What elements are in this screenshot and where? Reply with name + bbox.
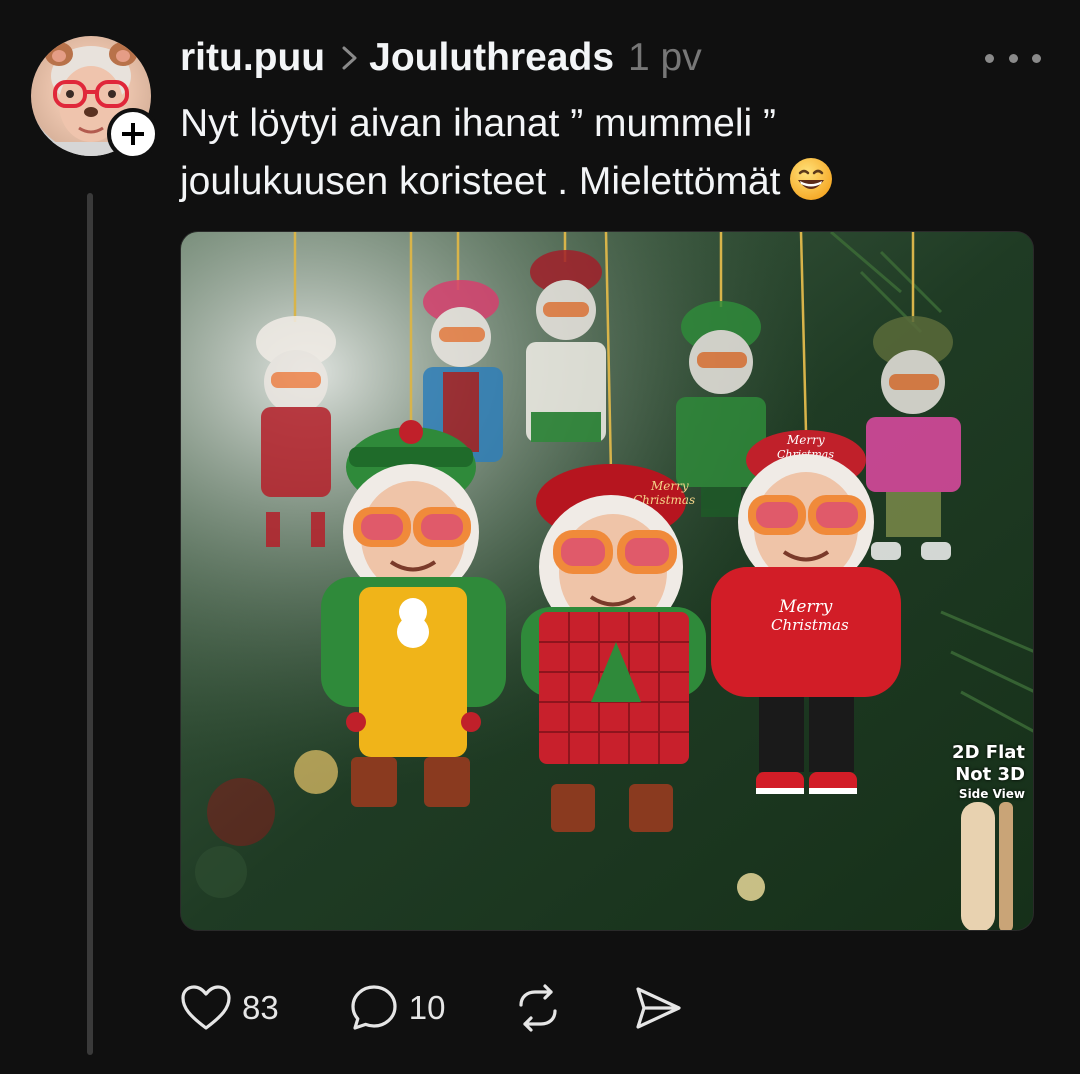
comment-count: 10 (408, 989, 446, 1026)
christmas-ornaments-photo: Merry Christmas Merry Merry Christmas (181, 232, 1033, 930)
more-options-button[interactable] (985, 44, 1041, 72)
chevron-right-icon (342, 46, 357, 70)
author-username[interactable]: ritu.puu (180, 36, 325, 80)
grinning-face-emoji (790, 158, 833, 200)
thread-line (87, 193, 93, 1055)
share-button[interactable] (633, 983, 683, 1033)
repost-icon (519, 984, 558, 1032)
post-text-line: Nyt löytyi aivan ihanat ” mummeli ” (180, 102, 777, 145)
author-avatar-container[interactable] (31, 36, 159, 160)
plus-icon (122, 123, 144, 145)
post-timestamp: 1 pv (628, 36, 702, 79)
image-overlay-text: 2D Flat Not 3D Side View (952, 742, 1025, 802)
heart-icon (181, 985, 231, 1030)
more-dot-icon (985, 53, 994, 63)
more-dot-icon (1032, 53, 1041, 63)
repost-button[interactable] (513, 983, 563, 1033)
cap-text-merry: Merry (786, 433, 825, 447)
overlay-line: Not 3D (955, 764, 1025, 785)
hat-text-merry: Merry (650, 479, 689, 493)
like-count: 83 (242, 989, 279, 1026)
hoodie-text-merry: Merry (778, 597, 833, 617)
post-image[interactable]: Merry Christmas Merry Merry Christmas 2D… (180, 231, 1034, 931)
post-text: Nyt löytyi aivan ihanat ” mummeli ” joul… (180, 95, 940, 211)
post-header: ritu.puu Jouluthreads 1 pv (180, 32, 702, 84)
comment-button[interactable]: 10 (349, 983, 446, 1033)
hoodie-text-christmas: Christmas (771, 616, 849, 634)
overlay-line: Side View (958, 787, 1025, 801)
post-text-line: joulukuusen koristeet . Mielettömät (180, 153, 940, 211)
comment-icon (351, 985, 397, 1030)
send-icon (636, 987, 682, 1029)
like-button[interactable]: 83 (180, 984, 279, 1032)
post-text-segment: joulukuusen koristeet . Mielettömät (180, 160, 781, 203)
follow-button[interactable] (107, 108, 159, 160)
more-dot-icon (1008, 53, 1018, 63)
thread-post: ritu.puu Jouluthreads 1 pv Nyt löytyi ai… (0, 0, 1080, 1074)
overlay-line: 2D Flat (952, 742, 1025, 763)
community-link[interactable]: Jouluthreads (369, 36, 614, 80)
action-bar: 83 10 (180, 980, 683, 1036)
